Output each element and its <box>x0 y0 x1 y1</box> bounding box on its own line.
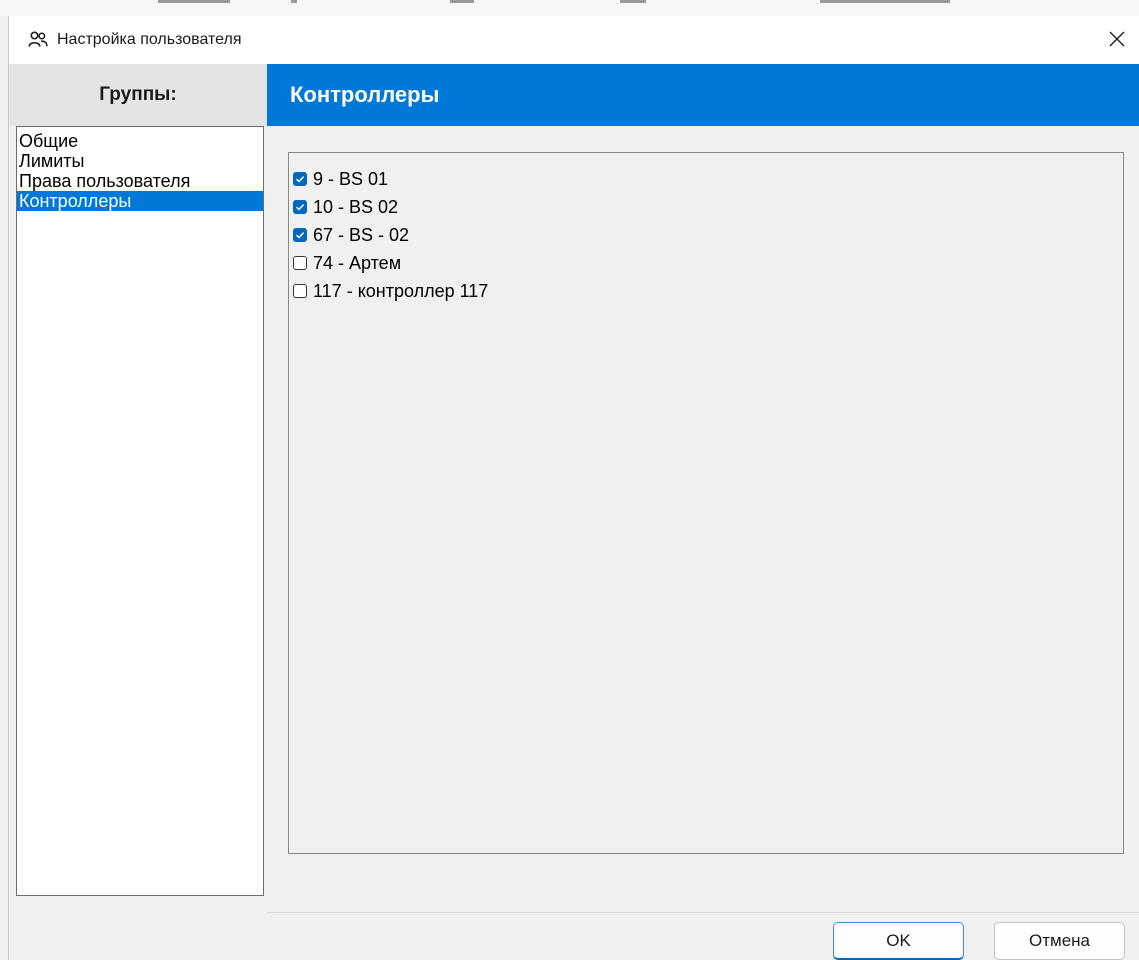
checkbox-unchecked[interactable] <box>293 256 307 270</box>
controller-row[interactable]: 67 - BS - 02 <box>293 221 1123 249</box>
group-item-user-rights[interactable]: Права пользователя <box>17 171 263 191</box>
title-bar: Настройка пользователя <box>9 16 1139 64</box>
checkbox-checked[interactable] <box>293 200 307 214</box>
background-window-strip <box>0 0 1139 16</box>
controller-row[interactable]: 74 - Артем <box>293 249 1123 277</box>
group-item-limits[interactable]: Лимиты <box>17 151 263 171</box>
checkmark-icon <box>295 232 305 239</box>
background-text-fragment <box>450 0 474 3</box>
background-text-fragment <box>291 0 297 3</box>
cancel-button[interactable]: Отмена <box>994 922 1125 960</box>
controller-label: 117 - контроллер 117 <box>313 280 489 301</box>
group-item-controllers[interactable]: Контроллеры <box>17 191 263 211</box>
window-title: Настройка пользователя <box>57 31 242 48</box>
groups-list[interactable]: Общие Лимиты Права пользователя Контролл… <box>16 126 264 896</box>
checkbox-checked[interactable] <box>293 172 307 186</box>
controller-label: 67 - BS - 02 <box>313 224 410 245</box>
controllers-checklist: 9 - BS 01 10 - BS 02 67 - BS - 02 74 - А… <box>288 152 1124 854</box>
footer-divider <box>267 912 1139 913</box>
controller-label: 10 - BS 02 <box>313 196 399 217</box>
group-item-general[interactable]: Общие <box>17 131 263 151</box>
groups-header: Группы: <box>9 64 267 126</box>
checkbox-unchecked[interactable] <box>293 284 307 298</box>
user-settings-dialog: Настройка пользователя Группы: Контролле… <box>8 16 1139 960</box>
users-icon <box>28 31 48 47</box>
checkmark-icon <box>295 204 305 211</box>
checkbox-checked[interactable] <box>293 228 307 242</box>
checkmark-icon <box>295 176 305 183</box>
close-icon <box>1109 31 1125 47</box>
background-text-fragment <box>620 0 646 3</box>
controller-row[interactable]: 10 - BS 02 <box>293 193 1123 221</box>
background-text-fragment <box>820 0 950 3</box>
controller-label: 9 - BS 01 <box>313 168 389 189</box>
background-text-fragment <box>158 0 230 3</box>
controller-label: 74 - Артем <box>313 252 402 273</box>
controller-row[interactable]: 117 - контроллер 117 <box>293 277 1123 305</box>
close-button[interactable] <box>1094 16 1139 62</box>
controller-row[interactable]: 9 - BS 01 <box>293 165 1123 193</box>
ok-button[interactable]: OK <box>833 922 964 960</box>
section-title: Контроллеры <box>267 64 1139 126</box>
